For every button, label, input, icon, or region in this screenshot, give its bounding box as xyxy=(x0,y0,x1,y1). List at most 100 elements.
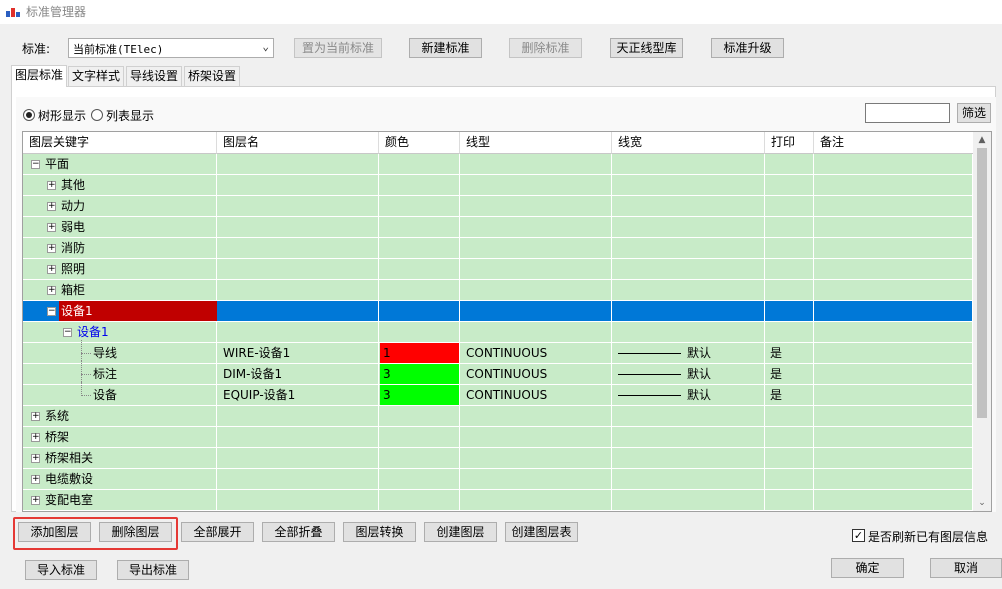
grid-cell[interactable] xyxy=(765,301,814,321)
add-layer-button[interactable]: 添加图层 xyxy=(18,522,91,542)
grid-cell[interactable] xyxy=(460,217,612,237)
grid-cell[interactable] xyxy=(612,469,765,489)
layer-grid[interactable]: 图层关键字 图层名 颜色 线型 线宽 打印 备注 − 平面 + 其他 + 动力 + 弱电 + 消防… xyxy=(22,131,992,512)
grid-cell[interactable] xyxy=(814,490,973,510)
grid-cell[interactable] xyxy=(460,469,612,489)
grid-cell[interactable] xyxy=(217,280,379,300)
grid-cell[interactable] xyxy=(217,259,379,279)
create-layer-button[interactable]: 创建图层 xyxy=(424,522,497,542)
color-swatch[interactable]: 1 xyxy=(380,343,459,363)
layer-key-label[interactable]: 动力 xyxy=(61,196,85,216)
grid-cell[interactable] xyxy=(217,175,379,195)
upgrade-standard-button[interactable]: 标准升级 xyxy=(711,38,784,58)
grid-cell[interactable] xyxy=(765,238,814,258)
linetype-value[interactable]: CONTINUOUS xyxy=(466,364,547,384)
set-current-standard-button[interactable]: 置为当前标准 xyxy=(294,38,382,58)
layer-name[interactable]: DIM-设备1 xyxy=(223,364,282,384)
grid-cell[interactable] xyxy=(379,448,460,468)
grid-cell[interactable] xyxy=(612,448,765,468)
column-header-remark[interactable]: 备注 xyxy=(814,132,991,154)
layer-key-label[interactable]: 箱柜 xyxy=(61,280,85,300)
grid-cell[interactable] xyxy=(814,259,973,279)
table-row[interactable]: − 平面 xyxy=(23,154,973,175)
layer-key-label[interactable]: 标注 xyxy=(93,364,117,384)
table-row[interactable]: + 弱电 xyxy=(23,217,973,238)
grid-cell[interactable] xyxy=(765,280,814,300)
grid-cell[interactable] xyxy=(765,448,814,468)
grid-cell[interactable] xyxy=(460,280,612,300)
collapse-icon[interactable]: − xyxy=(47,307,56,316)
table-row[interactable]: + 照明 xyxy=(23,259,973,280)
filter-input[interactable] xyxy=(865,103,950,123)
grid-cell[interactable] xyxy=(379,259,460,279)
grid-cell[interactable] xyxy=(765,154,814,174)
grid-cell[interactable] xyxy=(460,259,612,279)
table-row[interactable]: + 箱柜 xyxy=(23,280,973,301)
layer-key-label[interactable]: 系统 xyxy=(45,406,69,426)
grid-cell[interactable] xyxy=(379,154,460,174)
grid-cell[interactable] xyxy=(460,448,612,468)
grid-cell[interactable] xyxy=(379,217,460,237)
expand-icon[interactable]: + xyxy=(31,475,40,484)
table-row[interactable]: + 动力 xyxy=(23,196,973,217)
grid-cell[interactable] xyxy=(217,448,379,468)
grid-cell[interactable] xyxy=(612,196,765,216)
grid-cell[interactable] xyxy=(765,175,814,195)
grid-cell[interactable] xyxy=(379,490,460,510)
grid-cell[interactable] xyxy=(612,490,765,510)
grid-cell[interactable] xyxy=(217,406,379,426)
layer-key-label[interactable]: 其他 xyxy=(61,175,85,195)
color-swatch[interactable]: 3 xyxy=(380,385,459,405)
grid-cell[interactable] xyxy=(612,238,765,258)
grid-cell[interactable] xyxy=(379,427,460,447)
table-row[interactable]: + 桥架相关 xyxy=(23,448,973,469)
grid-cell[interactable] xyxy=(217,238,379,258)
grid-cell[interactable] xyxy=(379,469,460,489)
grid-cell[interactable] xyxy=(765,259,814,279)
grid-cell[interactable] xyxy=(765,490,814,510)
grid-cell[interactable] xyxy=(217,322,379,342)
grid-cell[interactable] xyxy=(379,175,460,195)
expand-icon[interactable]: + xyxy=(47,202,56,211)
grid-cell[interactable] xyxy=(612,259,765,279)
layer-key-label[interactable]: 桥架相关 xyxy=(45,448,93,468)
column-header-key[interactable]: 图层关键字 xyxy=(23,132,217,154)
list-view-radio[interactable] xyxy=(91,109,103,121)
grid-cell[interactable] xyxy=(814,175,973,195)
collapse-icon[interactable]: − xyxy=(63,328,72,337)
grid-cell[interactable] xyxy=(765,196,814,216)
grid-cell[interactable] xyxy=(23,364,217,384)
expand-icon[interactable]: + xyxy=(47,223,56,232)
grid-cell[interactable] xyxy=(460,238,612,258)
create-layer-table-button[interactable]: 创建图层表 xyxy=(505,522,578,542)
grid-cell[interactable] xyxy=(814,217,973,237)
layer-name[interactable]: WIRE-设备1 xyxy=(223,343,290,363)
table-row[interactable]: − 设备1 xyxy=(23,301,973,322)
grid-cell[interactable] xyxy=(814,322,973,342)
delete-layer-button[interactable]: 删除图层 xyxy=(99,522,172,542)
grid-cell[interactable] xyxy=(460,196,612,216)
layer-key-label[interactable]: 变配电室 xyxy=(45,490,93,510)
grid-cell[interactable] xyxy=(765,427,814,447)
table-row[interactable]: + 消防 xyxy=(23,238,973,259)
grid-cell[interactable] xyxy=(612,301,765,321)
grid-cell[interactable] xyxy=(460,490,612,510)
scrollbar-thumb[interactable] xyxy=(977,148,987,418)
import-standard-button[interactable]: 导入标准 xyxy=(25,560,97,580)
grid-cell[interactable] xyxy=(814,343,973,363)
list-view-label[interactable]: 列表显示 xyxy=(106,107,154,124)
print-value[interactable]: 是 xyxy=(770,364,782,384)
grid-cell[interactable] xyxy=(217,301,379,321)
grid-cell[interactable] xyxy=(217,427,379,447)
grid-cell[interactable] xyxy=(814,280,973,300)
layer-key-label[interactable]: 照明 xyxy=(61,259,85,279)
expand-icon[interactable]: + xyxy=(31,412,40,421)
grid-cell[interactable] xyxy=(217,217,379,237)
linetype-value[interactable]: CONTINUOUS xyxy=(466,343,547,363)
expand-icon[interactable]: + xyxy=(31,433,40,442)
grid-cell[interactable] xyxy=(379,280,460,300)
layer-key-label[interactable]: 桥架 xyxy=(45,427,69,447)
grid-cell[interactable] xyxy=(460,406,612,426)
grid-cell[interactable] xyxy=(23,322,217,342)
table-row[interactable]: 设备 EQUIP-设备1 3 CONTINUOUS 默认 是 xyxy=(23,382,973,406)
